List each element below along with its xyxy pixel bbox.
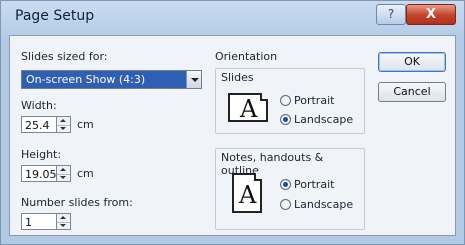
page-fold — [260, 93, 268, 101]
slides-sized-for-label: Slides sized for: — [21, 50, 108, 63]
notes-portrait-label: Portrait — [294, 178, 335, 191]
slides-orientation-group: Slides A Portrait Landscape — [215, 68, 365, 134]
number-slides-spinner: 1 — [21, 213, 73, 230]
slides-portrait-label: Portrait — [294, 94, 335, 107]
slides-sized-for-select[interactable]: On-screen Show (4:3) — [21, 70, 202, 89]
help-icon: ? — [387, 7, 395, 21]
number-slides-from-label: Number slides from: — [21, 196, 133, 209]
notes-landscape-radio[interactable] — [280, 199, 291, 210]
chevron-down-icon[interactable] — [186, 71, 201, 88]
close-button[interactable]: X — [406, 4, 456, 25]
width-unit: cm — [77, 118, 94, 131]
landscape-page-icon: A — [228, 93, 268, 122]
height-spinner: 19.05 cm — [21, 165, 94, 182]
width-spin-buttons — [57, 116, 71, 133]
page-icon-letter: A — [239, 181, 257, 209]
portrait-page-icon: A — [232, 173, 262, 213]
page-setup-dialog: Page Setup ? X Slides sized for: On-scre… — [0, 0, 465, 245]
number-slides-input[interactable]: 1 — [21, 213, 57, 230]
slides-group-title: Slides — [221, 71, 254, 84]
notes-orientation-group: Notes, handouts & outline A Portrait Lan… — [215, 148, 365, 230]
spin-down-icon[interactable] — [57, 174, 70, 182]
page-icon-letter: A — [240, 95, 258, 123]
width-label: Width: — [21, 99, 57, 112]
dialog-title: Page Setup — [15, 8, 95, 24]
height-unit: cm — [77, 167, 94, 180]
number-slides-spin-buttons — [57, 213, 71, 230]
title-bar: Page Setup ? X — [1, 1, 464, 35]
spin-down-icon[interactable] — [57, 125, 70, 133]
dialog-body: Slides sized for: On-screen Show (4:3) W… — [9, 35, 456, 236]
cancel-button[interactable]: Cancel — [378, 82, 446, 102]
ok-button[interactable]: OK — [378, 52, 446, 72]
notes-portrait-radio[interactable] — [280, 179, 291, 190]
height-input[interactable]: 19.05 — [21, 165, 57, 182]
slides-portrait-radio[interactable] — [280, 95, 291, 106]
width-input[interactable]: 25.4 — [21, 116, 57, 133]
height-spin-buttons — [57, 165, 71, 182]
slides-landscape-label: Landscape — [294, 113, 354, 126]
close-icon: X — [425, 7, 437, 22]
notes-landscape-label: Landscape — [294, 198, 354, 211]
width-spinner: 25.4 cm — [21, 116, 94, 133]
height-label: Height: — [21, 148, 62, 161]
slides-landscape-radio[interactable] — [280, 114, 291, 125]
slides-sized-for-value: On-screen Show (4:3) — [26, 73, 146, 86]
help-button[interactable]: ? — [376, 4, 406, 25]
orientation-heading: Orientation — [215, 50, 278, 63]
page-fold — [254, 173, 262, 181]
spin-down-icon[interactable] — [57, 222, 70, 230]
